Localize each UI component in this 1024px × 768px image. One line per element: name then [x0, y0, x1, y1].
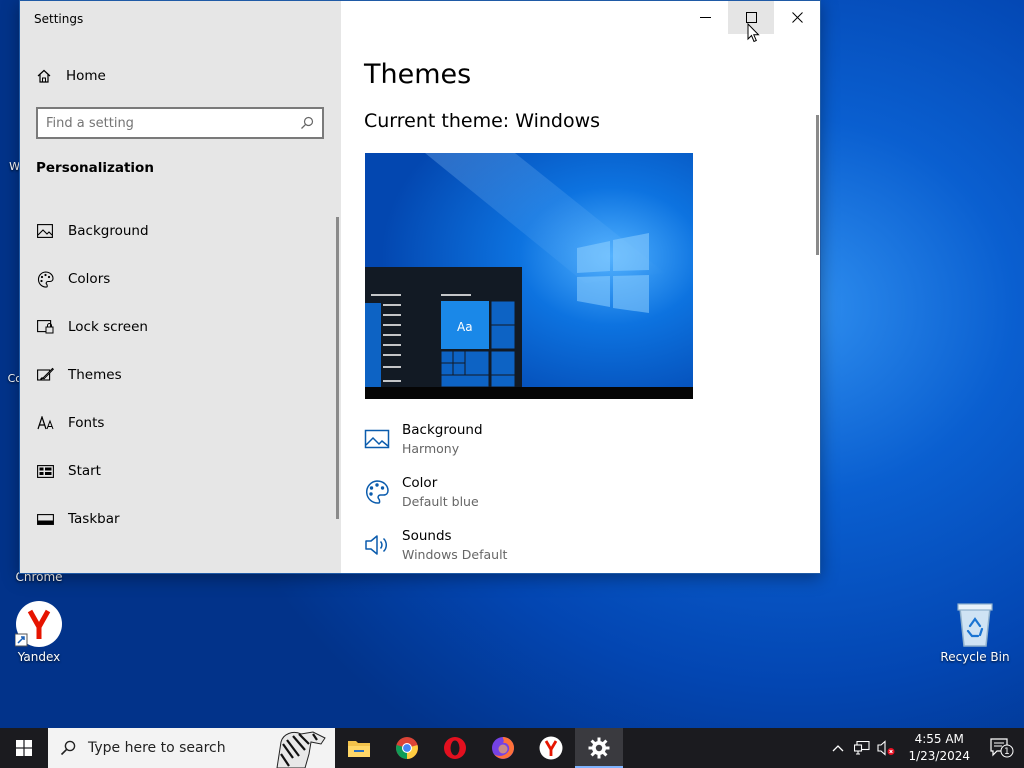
page-title: Themes: [364, 59, 472, 90]
sidebar-item-themes[interactable]: Themes: [20, 351, 341, 399]
font-icon: [36, 416, 53, 430]
sidebar-item-label: Lock screen: [68, 319, 148, 335]
chrome-icon: [396, 737, 418, 759]
palette-icon: [365, 480, 389, 504]
firefox-icon: [492, 737, 514, 759]
system-tray: 4:55 AM 1/23/2024 1: [826, 728, 1024, 768]
taskbar-icon: [36, 513, 54, 525]
zebra-highlight-icon: [276, 731, 326, 768]
chevron-up-icon: [833, 745, 844, 752]
sidebar-item-fonts[interactable]: Fonts: [20, 399, 341, 447]
mouse-cursor-icon: [747, 23, 760, 43]
close-icon: [791, 12, 803, 23]
sidebar-item-label: Start: [68, 463, 101, 479]
sidebar-item-background[interactable]: Background: [20, 207, 341, 255]
settings-content: Themes Current theme: Windows Aa Backgro…: [341, 1, 820, 573]
theme-option-color[interactable]: Color Default blue: [364, 475, 479, 509]
theme-option-sounds[interactable]: Sounds Windows Default: [364, 528, 507, 562]
notification-icon: [990, 738, 1014, 758]
content-scrollbar[interactable]: [816, 115, 819, 255]
taskbar-search-box[interactable]: Type here to search: [48, 728, 335, 768]
taskbar-clock[interactable]: 4:55 AM 1/23/2024: [898, 731, 980, 765]
taskbar-settings[interactable]: [575, 728, 623, 768]
taskbar-search-placeholder: Type here to search: [88, 740, 226, 756]
settings-sidebar: Settings Home Personalization Background: [20, 1, 341, 573]
sidebar-item-home[interactable]: Home: [36, 63, 106, 89]
settings-search-box[interactable]: [36, 107, 324, 139]
clock-time: 4:55 AM: [914, 732, 964, 746]
yandex-icon: [539, 736, 563, 760]
taskbar-yandex[interactable]: [527, 728, 575, 768]
sidebar-item-label: Home: [66, 68, 106, 84]
taskbar: Type here to search 4:55 AM 1/23/2024 1: [0, 728, 1024, 768]
palette-icon: [37, 270, 54, 288]
opera-icon: [444, 737, 466, 759]
theme-preview-image: Aa: [365, 153, 693, 399]
option-title: Background: [402, 422, 483, 438]
sidebar-item-label: Taskbar: [68, 511, 120, 527]
window-title: Settings: [34, 12, 84, 26]
sidebar-item-taskbar[interactable]: Taskbar: [20, 495, 341, 543]
sidebar-item-label: Colors: [68, 271, 111, 287]
action-center-button[interactable]: 1: [980, 728, 1024, 768]
clock-date: 1/23/2024: [908, 749, 970, 763]
taskbar-opera[interactable]: [431, 728, 479, 768]
notification-count: 1: [1004, 747, 1010, 757]
desktop-icon-label: Recycle Bin: [940, 650, 1010, 664]
home-icon: [37, 69, 51, 83]
sidebar-nav: Background Colors Lock screen Themes Fon…: [20, 207, 341, 543]
show-hidden-icons-button[interactable]: [826, 728, 850, 768]
settings-search-input[interactable]: [46, 115, 300, 131]
start-button[interactable]: [0, 728, 48, 768]
brush-icon: [36, 367, 54, 381]
speaker-icon: [365, 535, 388, 555]
speaker-muted-icon: [877, 740, 895, 756]
taskbar-firefox[interactable]: [479, 728, 527, 768]
search-icon: [60, 740, 76, 756]
sidebar-scrollbar[interactable]: [336, 217, 339, 519]
sidebar-item-label: Themes: [68, 367, 122, 383]
folder-icon: [348, 741, 370, 757]
current-theme-label: Current theme: Windows: [364, 110, 601, 132]
maximize-icon: [745, 12, 757, 23]
close-button[interactable]: [774, 1, 820, 34]
minimize-icon: [699, 17, 711, 18]
option-value: Windows Default: [402, 547, 508, 562]
sidebar-item-lock-screen[interactable]: Lock screen: [20, 303, 341, 351]
settings-window: Settings Home Personalization Background: [19, 0, 821, 574]
gear-icon: [588, 737, 610, 759]
option-value: Default blue: [402, 494, 479, 509]
desktop-icon-recycle-bin[interactable]: Recycle Bin: [937, 600, 1013, 664]
image-icon: [37, 224, 53, 238]
network-icon: [854, 741, 871, 755]
desktop-icon-label: Yandex: [17, 650, 61, 664]
lock-screen-icon: [36, 320, 53, 334]
sidebar-item-colors[interactable]: Colors: [20, 255, 341, 303]
desktop-partial-label-w: W: [9, 160, 20, 173]
option-title: Sounds: [402, 528, 452, 544]
start-icon: [36, 464, 54, 478]
recycle-bin-icon: [957, 603, 993, 647]
windows-logo-icon: [16, 740, 32, 756]
minimize-button[interactable]: [682, 1, 728, 34]
desktop-icon-yandex[interactable]: Yandex: [1, 600, 77, 664]
network-tray-button[interactable]: [850, 728, 874, 768]
sidebar-item-label: Background: [68, 223, 149, 239]
option-value: Harmony: [402, 441, 460, 456]
option-title: Color: [402, 475, 438, 491]
image-icon: [364, 429, 390, 449]
search-icon[interactable]: [300, 116, 314, 130]
taskbar-chrome[interactable]: [383, 728, 431, 768]
sidebar-item-start[interactable]: Start: [20, 447, 341, 495]
section-heading: Personalization: [36, 160, 154, 176]
taskbar-file-explorer[interactable]: [335, 728, 383, 768]
yandex-icon: [15, 601, 62, 647]
theme-preview[interactable]: Aa: [365, 153, 693, 399]
volume-tray-button[interactable]: [874, 728, 898, 768]
theme-option-background[interactable]: Background Harmony: [364, 422, 483, 456]
sidebar-item-label: Fonts: [68, 415, 105, 431]
preview-tile-text: Aa: [457, 320, 473, 334]
